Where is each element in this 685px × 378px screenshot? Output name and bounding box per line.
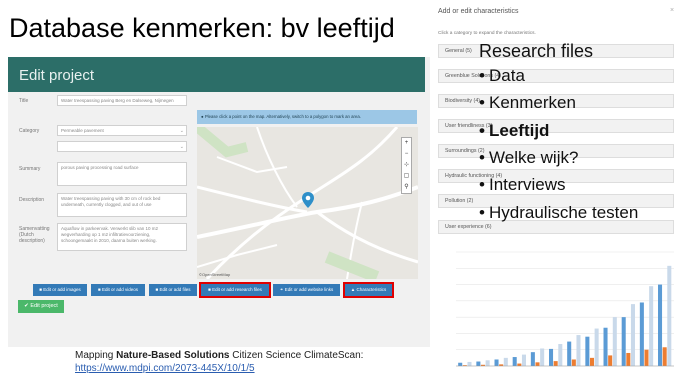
map-attribution: ©OpenStreetMap: [199, 272, 231, 277]
bar-series-1: [585, 336, 590, 366]
bar-series-2: [517, 363, 522, 366]
bar-series-1: [458, 362, 463, 366]
bar-series-3: [630, 304, 635, 366]
chevron-down-icon: ⌄: [179, 128, 184, 134]
bar-series-3: [467, 361, 472, 366]
bar-series-3: [485, 360, 490, 366]
bar-series-3: [576, 335, 581, 366]
bar-series-3: [594, 328, 599, 366]
bullet-item: • Interviews: [479, 175, 566, 194]
caption-link[interactable]: https://www.mdpi.com/2073-445X/10/1/5: [75, 363, 255, 374]
zoom-in-icon[interactable]: +: [402, 138, 411, 149]
close-icon[interactable]: ×: [670, 7, 674, 14]
category-greenblue[interactable]: Greenblue Solutions (4): [438, 69, 674, 83]
info-icon: ●: [201, 114, 204, 119]
edit-project-title: Edit project: [19, 67, 95, 84]
edit-files-button[interactable]: ■ Edit or add files: [149, 284, 197, 296]
bar-series-1: [658, 284, 663, 366]
bar-series-2: [535, 362, 540, 366]
characteristics-button[interactable]: ▲ Characteristics: [343, 282, 394, 298]
bar-series-1: [494, 359, 499, 366]
edit-research-files-button[interactable]: ■ Edit or add research files: [199, 282, 271, 298]
bar-series-2: [553, 361, 558, 366]
edit-images-button[interactable]: ■ Edit or add images: [33, 284, 87, 296]
bar-series-3: [521, 354, 526, 366]
map-notice-text: Please click a point on the map. Alterna…: [204, 114, 361, 119]
summary-input[interactable]: porous paving processing road surface: [57, 162, 187, 186]
map-controls[interactable]: + − ⊹ ▢ ⚲: [401, 137, 412, 194]
bar-series-1: [512, 357, 517, 366]
zoom-out-icon[interactable]: −: [402, 149, 411, 160]
bar-series-1: [530, 352, 535, 366]
bar-series-3: [558, 344, 563, 366]
bar-series-3: [649, 286, 654, 366]
edit-project-save-button[interactable]: ✔ Edit project: [18, 300, 64, 313]
bar-series-1: [639, 302, 644, 366]
subcategory-select[interactable]: ⌄: [57, 141, 187, 152]
category-user-friendliness[interactable]: User friendliness (3): [438, 119, 674, 133]
caption: Mapping Nature-Based Solutions Citizen S…: [75, 350, 364, 374]
bar-series-2: [571, 359, 576, 366]
bar-series-3: [540, 348, 545, 366]
description-label: Description: [19, 197, 45, 203]
chevron-down-icon: ⌄: [179, 144, 184, 150]
research-files-heading: Research files: [479, 41, 594, 61]
bullet-item: • Welke wijk?: [479, 148, 579, 167]
bullet-item: • Data: [479, 66, 525, 85]
locate-icon[interactable]: ⊹: [402, 160, 411, 171]
title-input[interactable]: Water treespassing paving Berg en Dalsew…: [57, 95, 187, 106]
bar-series-1: [476, 361, 481, 366]
caption-bold: Nature-Based Solutions: [116, 350, 230, 361]
description-nl-label: Samenvatting (Dutch description): [19, 226, 50, 244]
map-notice: ● Please click a point on the map. Alter…: [197, 110, 417, 124]
bullet-item: • Hydraulische testen: [479, 203, 639, 222]
category-label: Category: [19, 128, 40, 134]
bar-series-2: [644, 349, 649, 366]
edit-videos-button[interactable]: ■ Edit or add videos: [91, 284, 145, 296]
bar-chart: [456, 251, 674, 367]
square-icon[interactable]: ▢: [402, 171, 411, 182]
category-value: Permeable pavement: [61, 128, 104, 133]
bar-series-3: [503, 357, 508, 366]
bar-series-1: [621, 317, 626, 366]
marker-icon[interactable]: ⚲: [402, 182, 411, 193]
bar-series-1: [603, 327, 608, 366]
bar-series-2: [662, 347, 667, 366]
title-label: Title: [19, 98, 29, 104]
bar-series-2: [589, 357, 595, 366]
bar-series-3: [612, 317, 617, 366]
bar-series-2: [608, 355, 613, 366]
bar-series-1: [567, 341, 572, 366]
bar-series-2: [626, 352, 631, 366]
category-select[interactable]: Permeable pavement ⌄: [57, 125, 187, 136]
bullet-item-bold: • Leeftijd: [479, 121, 550, 140]
edit-website-links-button[interactable]: ⚭ Edit or add website links: [273, 284, 340, 296]
bar-series-3: [667, 265, 672, 366]
map-pin-icon[interactable]: [302, 192, 314, 213]
bar-series-1: [549, 348, 554, 366]
characteristics-subtitle: Click a category to expand the character…: [438, 31, 536, 36]
summary-label: Summary: [19, 166, 41, 172]
slide-title: Database kenmerken: bv leeftijd: [9, 13, 395, 43]
description-input[interactable]: Water treespassing paving with 30 cm of …: [57, 193, 187, 217]
characteristics-title: Add or edit characteristics: [438, 8, 519, 15]
bullet-item: • Kenmerken: [479, 93, 576, 112]
description-nl-input[interactable]: Aquaflow in parkeervak. Verwerkt slib va…: [57, 223, 187, 251]
